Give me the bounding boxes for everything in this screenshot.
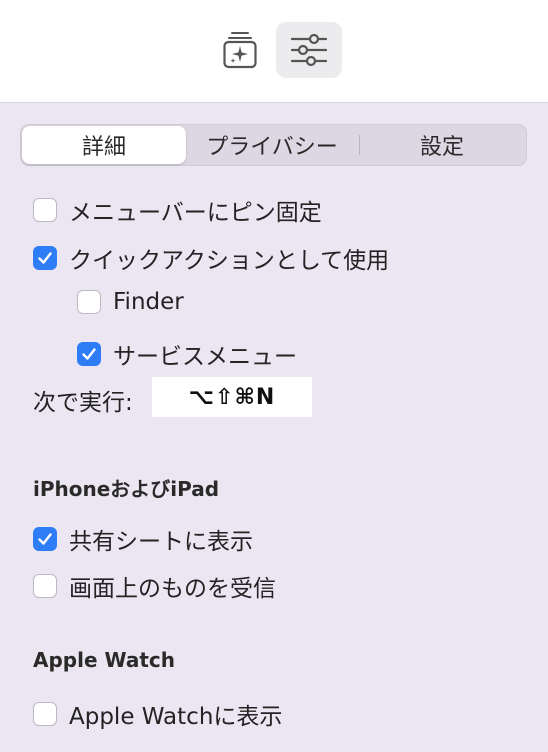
toolbar	[0, 0, 548, 103]
shortcut-recorder-field[interactable]: ⌥⇧⌘N	[152, 377, 312, 417]
show-on-watch-label: Apple Watchに表示	[69, 704, 283, 730]
pin-menubar-checkbox[interactable]	[33, 198, 57, 222]
quick-action-label: クイックアクションとして使用	[69, 248, 390, 274]
checkmark-icon	[38, 252, 52, 264]
share-sheet-option[interactable]: 共有シートに表示	[33, 522, 253, 556]
show-on-watch-checkbox[interactable]	[33, 702, 57, 726]
finder-label: Finder	[113, 289, 184, 315]
sparkle-stack-icon	[223, 32, 257, 69]
services-menu-option[interactable]: サービスメニュー	[77, 337, 297, 371]
services-menu-label: サービスメニュー	[113, 344, 297, 370]
apple-watch-section-title: Apple Watch	[33, 648, 175, 672]
services-menu-checkbox[interactable]	[77, 342, 101, 366]
iphone-ipad-section-title: iPhoneおよびiPad	[33, 477, 220, 501]
tab-privacy[interactable]: プライバシー	[186, 126, 358, 164]
checkmark-icon	[82, 348, 96, 360]
tab-details[interactable]: 詳細	[22, 126, 186, 164]
tab-segmented-control: 詳細 プライバシー 設定	[20, 124, 527, 166]
shortcut-label: 次で実行:	[33, 390, 133, 416]
receive-screen-option[interactable]: 画面上のものを受信	[33, 569, 276, 603]
settings-sliders-button[interactable]	[276, 22, 342, 78]
tab-settings[interactable]: 設定	[359, 126, 525, 164]
pin-menubar-label: メニューバーにピン固定	[69, 200, 322, 226]
share-sheet-label: 共有シートに表示	[69, 529, 253, 555]
show-on-watch-option[interactable]: Apple Watchに表示	[33, 697, 282, 731]
finder-option[interactable]: Finder	[77, 289, 184, 315]
receive-screen-checkbox[interactable]	[33, 574, 57, 598]
finder-checkbox[interactable]	[77, 290, 101, 314]
quick-action-option[interactable]: クイックアクションとして使用	[33, 241, 389, 275]
sliders-icon	[290, 33, 328, 67]
share-sheet-checkbox[interactable]	[33, 527, 57, 551]
receive-screen-label: 画面上のものを受信	[69, 576, 276, 602]
pin-menubar-option[interactable]: メニューバーにピン固定	[33, 193, 322, 227]
checkmark-icon	[38, 533, 52, 545]
quick-action-checkbox[interactable]	[33, 246, 57, 270]
sparkle-stack-button[interactable]	[207, 22, 273, 78]
